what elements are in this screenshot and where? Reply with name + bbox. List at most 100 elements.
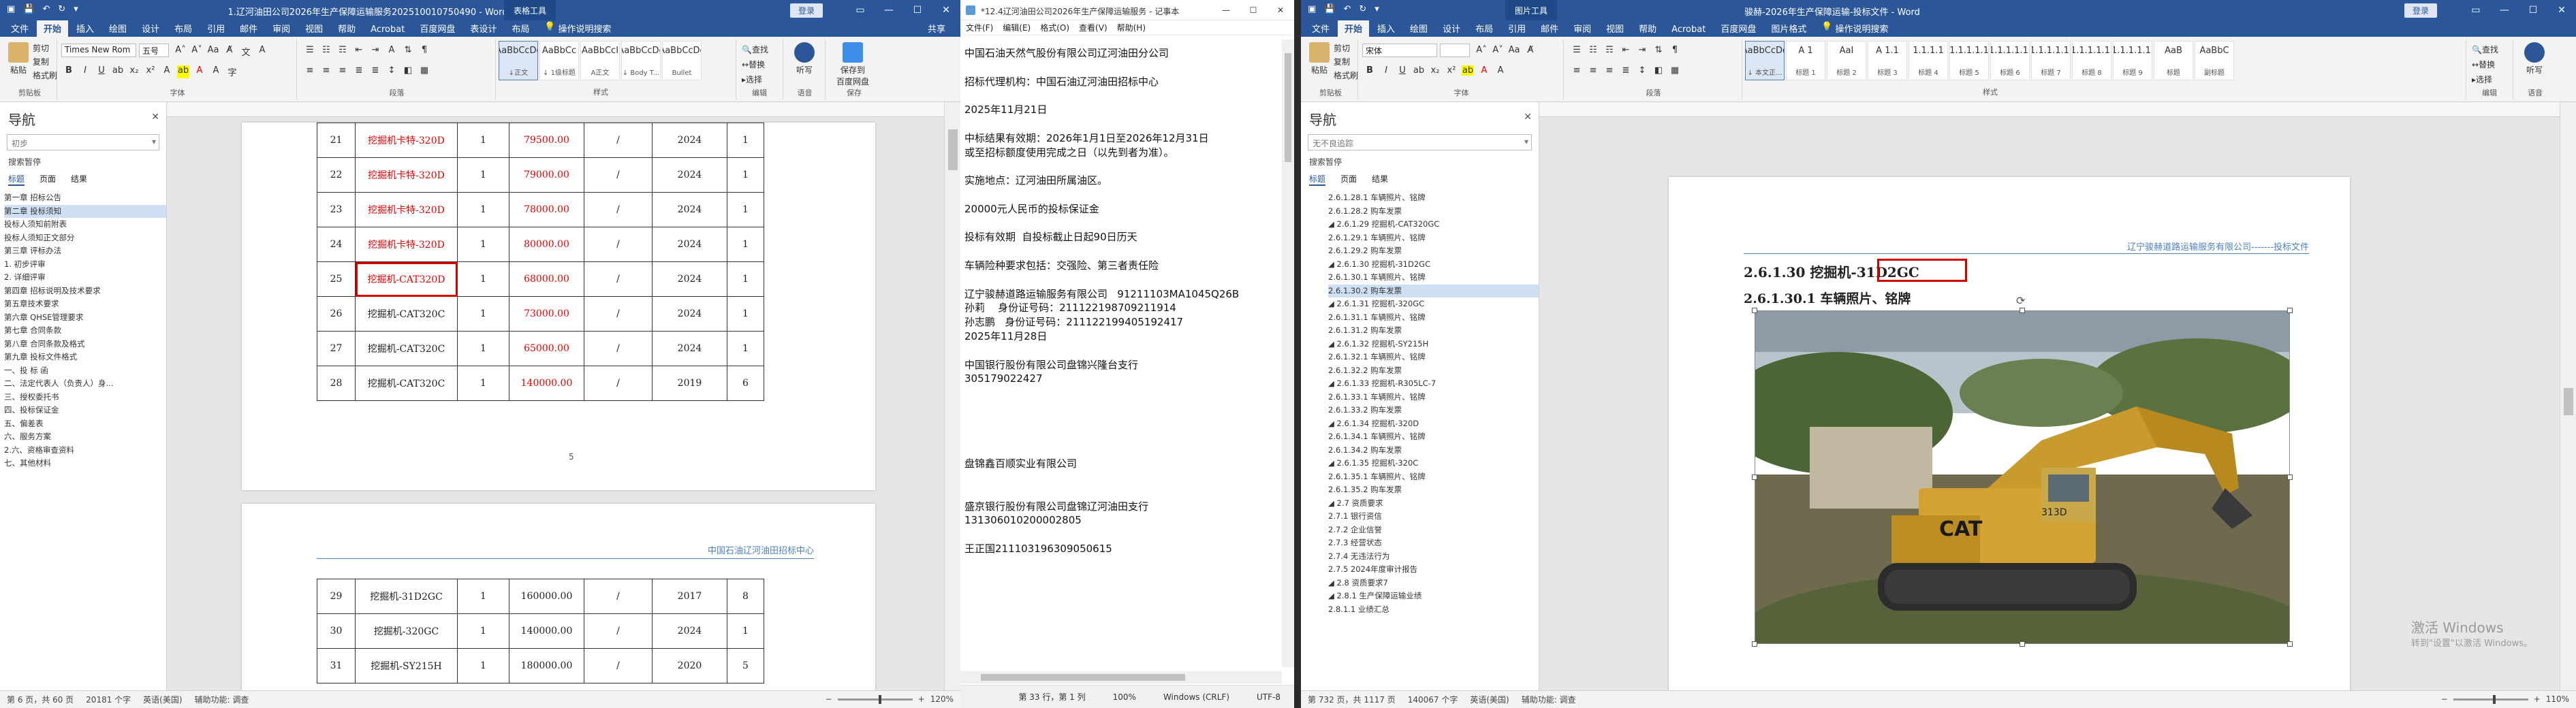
align-left-icon[interactable]: ≡ — [304, 65, 316, 76]
document-canvas[interactable]: 辽宁骏赫道路运输服务有限公司-------投标文件 2.6.1.30 挖掘机-3… — [1539, 102, 2560, 690]
table-cell[interactable]: 1 — [457, 227, 509, 262]
table-cell[interactable]: 挖掘机-CAT320C — [355, 331, 458, 366]
clear-format-icon[interactable]: A̸ — [1524, 45, 1537, 55]
style-option[interactable]: 1.1.1.1.1 标题 5 — [1949, 41, 1989, 80]
highlight-icon[interactable]: ab — [1462, 65, 1474, 76]
table-cell[interactable]: 22 — [317, 157, 356, 193]
nav-tree-item[interactable]: 2.7.4 无违法行为 — [1328, 550, 1539, 564]
dictate-button[interactable]: 听写 — [2524, 42, 2545, 76]
style-option[interactable]: AaBbCcDc Bullet — [662, 41, 702, 80]
nav-tree-item[interactable]: ◢ 2.6.1.35 挖掘机-320C — [1328, 457, 1539, 470]
maximize-icon[interactable]: ☐ — [2519, 0, 2547, 20]
nav-tree-item[interactable]: 2.6.1.29.1 车辆照片、铭牌 — [1328, 231, 1539, 245]
ribbon-display-icon[interactable]: ▭ — [2462, 0, 2490, 20]
subscript-icon[interactable]: x₂ — [1429, 65, 1441, 76]
cut-button[interactable]: 剪切 — [33, 42, 49, 54]
style-option[interactable]: AaB 标题 — [2154, 41, 2193, 80]
justify-icon[interactable]: ≣ — [353, 65, 365, 76]
ribbon-tab[interactable]: 引用 — [1501, 20, 1533, 37]
scroll-thumb[interactable] — [1285, 53, 1291, 162]
ribbon-tab[interactable]: Acrobat — [1665, 22, 1712, 37]
shading-icon[interactable]: ◧ — [402, 65, 414, 76]
nav-close-icon[interactable]: ✕ — [1524, 112, 1532, 123]
table-cell[interactable]: 31 — [317, 648, 356, 683]
status-page[interactable]: 第 732 页，共 1117 页 — [1308, 694, 1396, 705]
style-option[interactable]: 1.1.1.1.1. 标题 7 — [2031, 41, 2071, 80]
nav-tree-item[interactable]: 2.6.1.28.1 车辆照片、铭牌 — [1328, 191, 1539, 205]
customize-icon[interactable]: ▾ — [74, 4, 78, 14]
ribbon-tab[interactable]: 插入 — [1370, 20, 1402, 37]
underline-icon[interactable]: U — [1396, 65, 1409, 76]
align-right-icon[interactable]: ≡ — [1603, 65, 1616, 76]
table-cell[interactable]: 挖掘机-31D2GC — [355, 579, 458, 614]
phonetic-icon[interactable]: 文 — [240, 45, 252, 58]
login-button[interactable]: 登录 — [2404, 3, 2438, 18]
table-cell[interactable]: 2024 — [652, 123, 727, 158]
autosave-icon[interactable]: ▣ — [1308, 4, 1316, 14]
table-cell[interactable]: 1 — [457, 157, 509, 193]
nav-tree-item[interactable]: 2.6.1.33.2 购车发票 — [1328, 404, 1539, 417]
superscript-icon[interactable]: x² — [1445, 65, 1458, 76]
close-icon[interactable]: ✕ — [932, 0, 960, 20]
nav-tree-item[interactable]: 2.7.5 2024年度审计报告 — [1328, 563, 1539, 577]
style-option[interactable]: AaBbCcDc ↓ Body T... — [621, 41, 661, 80]
subscript-icon[interactable]: x₂ — [128, 65, 140, 78]
copy-button[interactable]: 复制 — [1334, 56, 1350, 67]
font-color-icon[interactable]: A — [193, 65, 206, 78]
table-cell[interactable]: 1 — [727, 613, 764, 649]
ribbon-tab[interactable]: 百度网盘 — [1714, 20, 1763, 37]
zoom-in-icon[interactable]: + — [918, 694, 925, 704]
char-shading-icon[interactable]: A — [1494, 65, 1507, 76]
font-size-box[interactable] — [1440, 44, 1470, 57]
distributed-icon[interactable]: ≣ — [369, 65, 381, 76]
ribbon-tab[interactable]: 视图 — [1599, 20, 1631, 37]
borders-icon[interactable]: ▦ — [1669, 65, 1681, 76]
zoom-level[interactable]: 110% — [2546, 694, 2569, 704]
notepad-menu-item[interactable]: 帮助(H) — [1117, 22, 1146, 33]
nav-tree-item[interactable]: ◢ 2.6.1.30 挖掘机-31D2GC — [1328, 258, 1539, 272]
replace-button[interactable]: ↔替换 — [2472, 59, 2495, 70]
copy-button[interactable]: 复制 — [33, 56, 49, 67]
notepad-menu-item[interactable]: 文件(F) — [966, 22, 993, 33]
strikethrough-icon[interactable]: ab — [1413, 65, 1425, 76]
ribbon-tab[interactable]: 设计 — [135, 20, 166, 37]
select-button[interactable]: ▸选择 — [742, 74, 762, 85]
nav-tree-item[interactable]: 2. 详细评审 — [4, 271, 166, 285]
font-size-box[interactable]: 五号 — [139, 44, 169, 57]
table-cell[interactable]: 1 — [727, 192, 764, 227]
nav-tree-item[interactable]: ◢ 2.8 资质要求7 — [1328, 577, 1539, 590]
zoom-slider[interactable] — [837, 694, 913, 704]
style-option[interactable]: 1.1.1.1.1. 标题 8 — [2072, 41, 2111, 80]
style-option[interactable]: A 1.1 标题 3 — [1868, 41, 1907, 80]
table-cell[interactable]: 2024 — [652, 331, 727, 366]
table-cell[interactable]: / — [584, 157, 653, 193]
table-cell[interactable]: 79000.00 — [509, 157, 584, 193]
style-option[interactable]: AaBbC 副标题 — [2195, 41, 2234, 80]
grow-font-icon[interactable]: A˄ — [1475, 45, 1488, 55]
table-cell[interactable]: 挖掘机-CAT320D — [355, 261, 458, 297]
table-cell[interactable]: 140000.00 — [509, 366, 584, 401]
nav-tree-item[interactable]: ◢ 2.6.1.32 挖掘机-SY215H — [1328, 338, 1539, 351]
nav-tree-item[interactable]: 第六章 QHSE管理要求 — [4, 311, 166, 325]
center-icon[interactable]: ≡ — [320, 65, 332, 76]
zoom-in-icon[interactable]: + — [2534, 694, 2541, 704]
nav-tree-item[interactable]: 2.8.1.1 业绩汇总 — [1328, 603, 1539, 617]
nav-tree-item[interactable]: 2.7.1 银行资信 — [1328, 510, 1539, 524]
ribbon-tab[interactable]: 开始 — [1338, 20, 1370, 37]
table-cell[interactable]: 140000.00 — [509, 613, 584, 649]
grow-font-icon[interactable]: A˄ — [174, 45, 187, 58]
table-cell[interactable]: 1 — [727, 123, 764, 158]
nav-tree-item[interactable]: 2.6.1.30.1 车辆照片、铭牌 — [1328, 271, 1539, 285]
table-cell[interactable]: / — [584, 613, 653, 649]
table-cell[interactable]: 5 — [727, 648, 764, 683]
bullets-icon[interactable]: ☰ — [304, 45, 316, 55]
zoom-out-icon[interactable]: − — [826, 694, 832, 704]
nav-tree-item[interactable]: 投标人须知正文部分 — [4, 231, 166, 245]
numbering-icon[interactable]: ☷ — [320, 45, 332, 55]
table-cell[interactable]: 30 — [317, 613, 356, 649]
notepad-menu-item[interactable]: 查看(V) — [1079, 22, 1108, 33]
table-cell[interactable]: / — [584, 296, 653, 332]
font-color-icon[interactable]: A — [1478, 65, 1490, 76]
ribbon-tab[interactable]: 表设计 — [463, 20, 503, 37]
format-painter-button[interactable]: 格式刷 — [1334, 69, 1358, 81]
